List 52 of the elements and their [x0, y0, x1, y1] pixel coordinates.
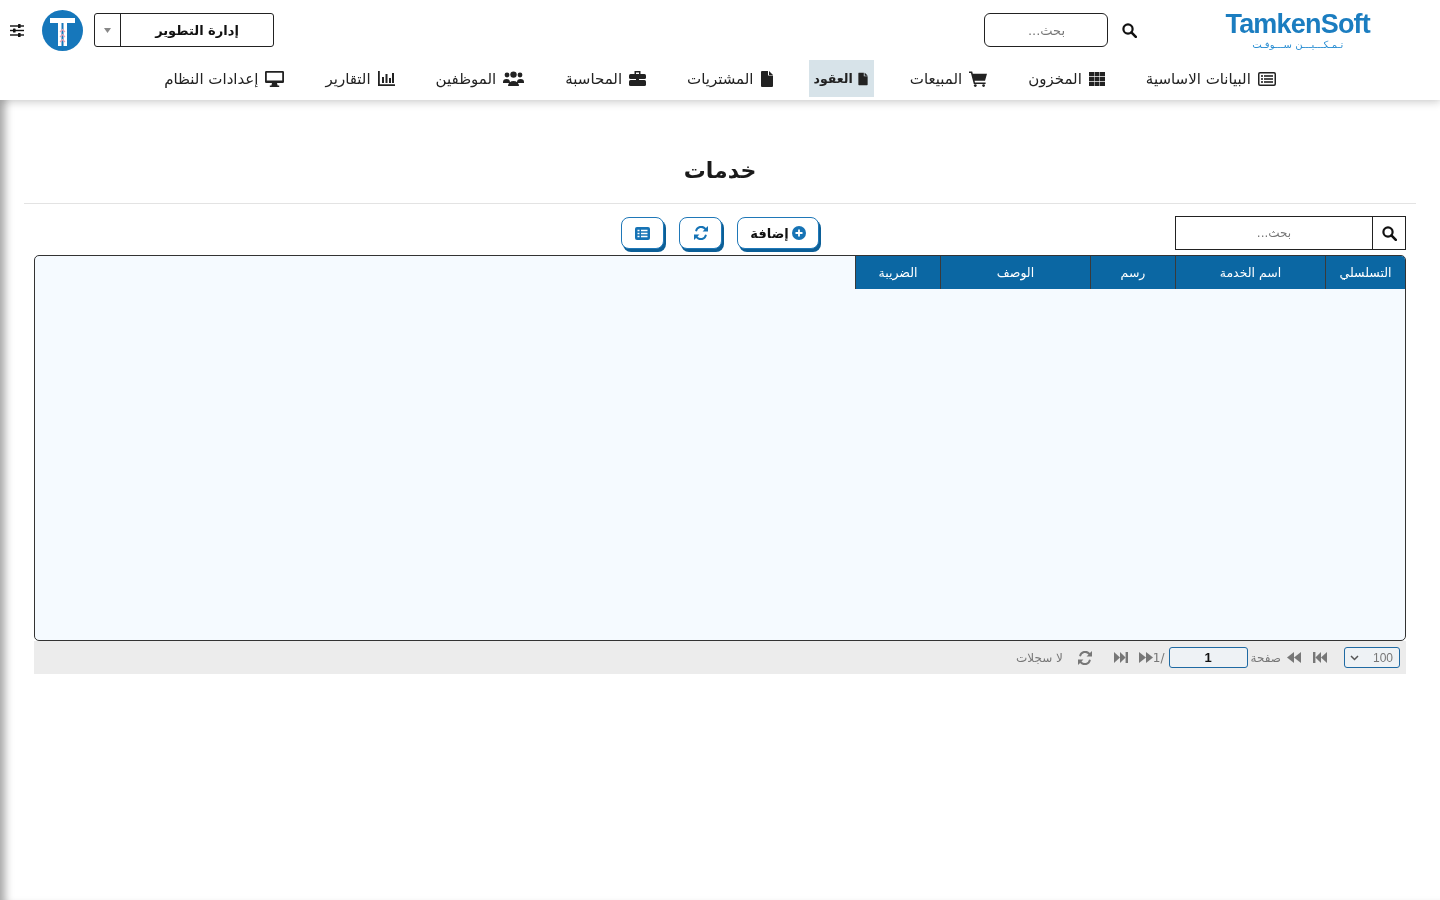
file-icon: [760, 70, 773, 87]
list-icon: [1257, 71, 1276, 86]
columns-button[interactable]: [621, 217, 665, 249]
page-size-select[interactable]: 100: [1344, 647, 1400, 668]
logo-icon: [42, 9, 83, 51]
department-select[interactable]: إدارة التطوير: [94, 13, 274, 47]
page-title: خدمات: [683, 157, 757, 185]
cart-icon: [969, 70, 988, 87]
nav-tab[interactable]: المبيعات: [904, 60, 993, 97]
column-header[interactable]: اسم الخدمة: [1175, 256, 1325, 289]
refresh-icon[interactable]: [1077, 650, 1092, 665]
nav-tab[interactable]: الموظفين: [430, 60, 530, 97]
sliders-icon[interactable]: [10, 23, 24, 37]
previous-page-icon[interactable]: [1287, 652, 1301, 663]
nav-tab[interactable]: إعدادات النظام: [159, 60, 290, 97]
last-page-icon[interactable]: [1113, 652, 1128, 663]
next-page-icon[interactable]: [1138, 652, 1153, 663]
users-icon: [503, 71, 525, 86]
search-field[interactable]: بحث...: [1175, 216, 1373, 250]
logo-wordmark: TamkenSoft: [1225, 10, 1370, 38]
page-number-field[interactable]: 1: [1168, 647, 1248, 668]
column-header[interactable]: التسلسلي: [1325, 256, 1405, 289]
nav-tab[interactable]: المشتريات: [682, 60, 778, 97]
chevron-down-icon: [1350, 654, 1359, 661]
search-icon[interactable]: [1122, 22, 1138, 38]
search-button[interactable]: [1372, 216, 1406, 250]
grid-icon: [1088, 71, 1105, 86]
list-icon: [635, 226, 651, 240]
nav-tab[interactable]: العقود: [808, 60, 874, 97]
page-total: /1: [1152, 650, 1165, 665]
monitor-icon: [265, 70, 285, 87]
nav-tab[interactable]: المحاسبة: [560, 60, 652, 97]
logo-tagline: تـمـكـــيـــن ســـوفـت: [1252, 37, 1344, 52]
refresh-button[interactable]: [679, 217, 723, 249]
search-field[interactable]: بحث...: [984, 13, 1109, 47]
column-header[interactable]: الضريبة: [855, 256, 940, 289]
file-icon: [858, 72, 868, 85]
nav-tab[interactable]: البيانات الاساسية: [1140, 60, 1281, 97]
caret-icon: [104, 27, 111, 33]
search-icon: [1381, 225, 1397, 241]
add-button[interactable]: إضافة: [737, 217, 819, 249]
plus-circle-icon: [791, 226, 806, 240]
column-header[interactable]: رسم: [1090, 256, 1175, 289]
record-status: لا سجلات: [1015, 650, 1063, 665]
bar-chart-icon: [377, 71, 395, 86]
page-label: صفحة: [1250, 650, 1281, 665]
refresh-icon: [693, 226, 708, 240]
nav-tab[interactable]: التقارير: [320, 60, 400, 97]
column-header[interactable]: الوصف: [940, 256, 1090, 289]
briefcase-icon: [629, 71, 647, 86]
nav-tab[interactable]: المخزون: [1023, 60, 1110, 97]
first-page-icon[interactable]: [1313, 652, 1327, 663]
